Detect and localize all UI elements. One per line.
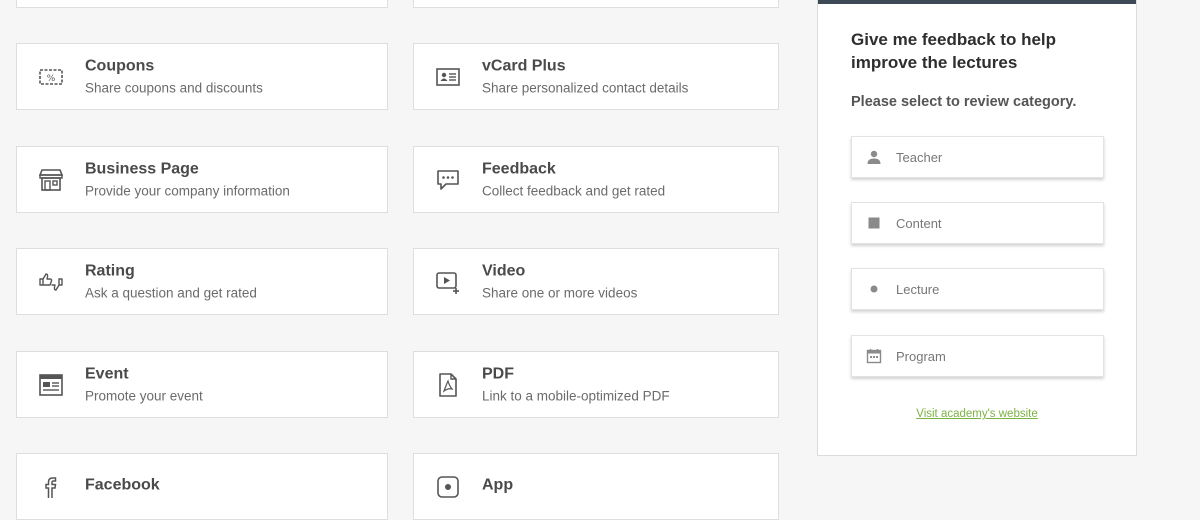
chat-bubble-icon — [434, 166, 462, 194]
card-event[interactable]: Event Promote your event — [16, 351, 388, 418]
panel-prompt: Please select to review category. — [851, 94, 1077, 110]
card-app[interactable]: App — [413, 453, 779, 520]
card-pdf[interactable]: PDF Link to a mobile-optimized PDF — [413, 351, 779, 418]
card-coupons[interactable]: % Coupons Share coupons and discounts — [16, 43, 388, 110]
svg-text:%: % — [47, 74, 56, 84]
option-label: Program — [896, 348, 946, 364]
option-lecture[interactable]: Lecture — [851, 268, 1104, 310]
person-icon — [866, 149, 882, 165]
coupon-icon: % — [37, 63, 65, 91]
square-icon — [866, 215, 882, 231]
feedback-preview-panel: Give me feedback to help improve the lec… — [817, 0, 1137, 456]
card-title: PDF — [482, 365, 514, 382]
card-vcard-plus[interactable]: vCard Plus Share personalized contact de… — [413, 43, 779, 110]
option-label: Content — [896, 215, 942, 231]
card-subtitle: Share personalized contact details — [482, 80, 689, 95]
storefront-icon — [37, 166, 65, 194]
card-feedback[interactable]: Feedback Collect feedback and get rated — [413, 146, 779, 213]
card-video[interactable]: Video Share one or more videos — [413, 248, 779, 315]
video-icon — [434, 268, 462, 296]
card-title: Coupons — [85, 57, 155, 74]
contact-card-icon — [434, 63, 462, 91]
card-subtitle: Ask a question and get rated — [85, 285, 257, 300]
card-subtitle: Link to a mobile-optimized PDF — [482, 388, 670, 403]
card-subtitle: Share coupons and discounts — [85, 80, 263, 95]
option-label: Lecture — [896, 281, 940, 297]
calendar-icon — [866, 348, 882, 364]
card-subtitle: Collect feedback and get rated — [482, 183, 666, 198]
card-business-page[interactable]: Business Page Provide your company infor… — [16, 146, 388, 213]
card-title: vCard Plus — [482, 57, 566, 74]
option-label: Teacher — [896, 149, 943, 165]
dot-icon — [866, 281, 882, 297]
pdf-icon — [434, 371, 462, 399]
partial-card-top-left[interactable] — [16, 0, 388, 8]
card-title: Facebook — [85, 476, 160, 493]
card-subtitle: Share one or more videos — [482, 285, 638, 300]
card-title: Rating — [85, 262, 135, 279]
card-subtitle: Promote your event — [85, 388, 203, 403]
panel-title: Give me feedback to help improve the lec… — [851, 30, 1057, 72]
card-title: Feedback — [482, 160, 556, 177]
panel-top-bar — [818, 0, 1136, 4]
facebook-icon — [37, 473, 65, 501]
card-subtitle: Provide your company information — [85, 183, 290, 198]
calendar-event-icon — [37, 371, 65, 399]
card-rating[interactable]: Rating Ask a question and get rated — [16, 248, 388, 315]
app-icon — [434, 473, 462, 501]
card-title: Business Page — [85, 160, 199, 177]
partial-card-top-right[interactable] — [413, 0, 779, 8]
option-content[interactable]: Content — [851, 202, 1104, 244]
thumbs-icon — [37, 268, 65, 296]
card-title: App — [482, 476, 514, 493]
card-title: Event — [85, 365, 129, 382]
option-teacher[interactable]: Teacher — [851, 136, 1104, 178]
option-program[interactable]: Program — [851, 335, 1104, 377]
academy-website-link[interactable]: Visit academy's website — [818, 408, 1136, 420]
card-facebook[interactable]: Facebook — [16, 453, 388, 520]
card-title: Video — [482, 262, 526, 279]
